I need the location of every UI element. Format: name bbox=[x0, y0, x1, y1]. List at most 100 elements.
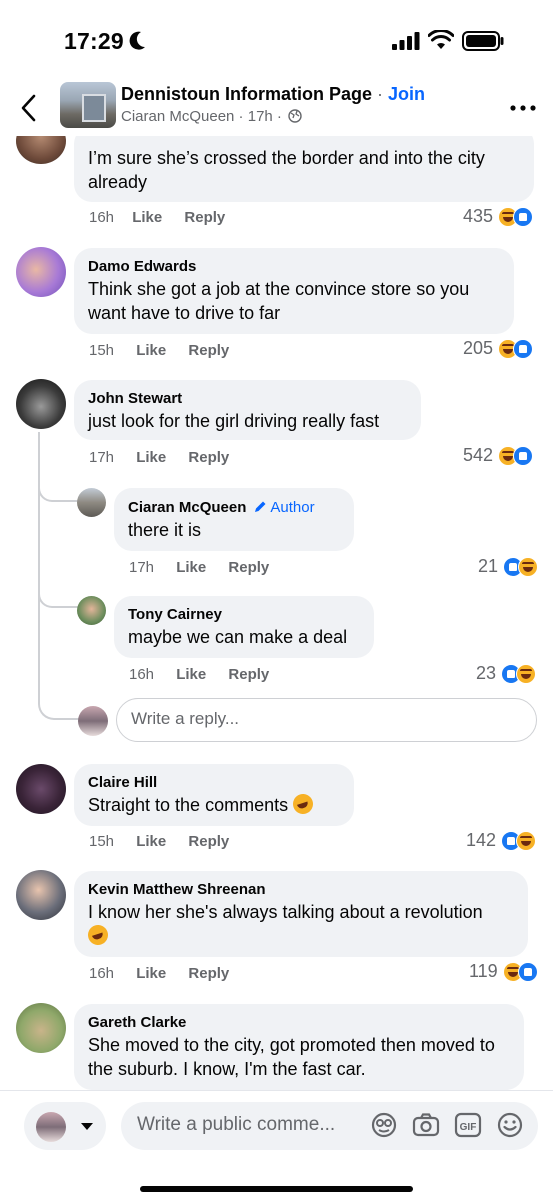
comment-bubble: Kevin Matthew Shreenan I know her she's … bbox=[74, 871, 528, 957]
more-options-icon[interactable] bbox=[510, 104, 536, 112]
gif-label: GIF bbox=[460, 1122, 477, 1133]
wifi-icon bbox=[428, 30, 454, 49]
reply-button[interactable]: Reply bbox=[188, 342, 229, 359]
thread-line bbox=[38, 432, 80, 720]
reply-author[interactable]: Tony Cairney bbox=[128, 605, 360, 625]
avatar[interactable] bbox=[77, 596, 106, 625]
reply-actions: 17h Like Reply bbox=[129, 559, 269, 576]
comment-bubble: Claire Hill Straight to the comments bbox=[74, 764, 354, 826]
reaction-summary[interactable]: 119 bbox=[469, 961, 538, 982]
comment-composer: Write a public comme... GIF bbox=[0, 1090, 553, 1200]
reply-button[interactable]: Reply bbox=[184, 209, 225, 226]
comment-time[interactable]: 17h bbox=[89, 449, 114, 466]
emoji-icon[interactable] bbox=[496, 1111, 524, 1139]
like-button[interactable]: Like bbox=[176, 559, 206, 576]
avatar[interactable] bbox=[16, 764, 66, 814]
like-button[interactable]: Like bbox=[136, 342, 166, 359]
avatar[interactable] bbox=[16, 870, 66, 920]
reaction-summary[interactable]: 205 bbox=[463, 338, 534, 359]
reply-time[interactable]: 17h bbox=[129, 559, 154, 576]
group-name[interactable]: Dennistoun Information Page bbox=[121, 84, 372, 104]
reply-button[interactable]: Reply bbox=[188, 833, 229, 850]
comment-time[interactable]: 16h bbox=[89, 209, 114, 226]
rofl-emoji-icon bbox=[290, 791, 316, 817]
avatar[interactable] bbox=[16, 379, 66, 429]
back-arrow-icon[interactable] bbox=[20, 94, 38, 122]
like-icon bbox=[517, 961, 538, 982]
status-bar: 17:29 bbox=[0, 0, 553, 80]
reply-button[interactable]: Reply bbox=[228, 559, 269, 576]
globe-icon bbox=[288, 109, 302, 123]
comment-actions: 15h Like Reply bbox=[89, 833, 229, 850]
reply-bubble: Ciaran McQueen Author there it is bbox=[114, 488, 354, 551]
like-icon bbox=[513, 206, 534, 227]
like-button[interactable]: Like bbox=[176, 666, 206, 683]
reply-author-line: Ciaran McQueen Author bbox=[128, 498, 340, 518]
reaction-summary[interactable]: 142 bbox=[466, 830, 537, 851]
like-button[interactable]: Like bbox=[132, 209, 162, 226]
comment-text: Think she got a job at the convince stor… bbox=[88, 279, 470, 323]
reaction-count: 142 bbox=[466, 830, 497, 850]
reaction-summary[interactable]: 23 bbox=[476, 663, 537, 684]
avatar-sticker-icon[interactable] bbox=[370, 1111, 398, 1139]
reaction-summary[interactable]: 435 bbox=[463, 206, 534, 227]
signal-icon bbox=[392, 32, 420, 50]
comment-actions: 16h Like Reply bbox=[89, 965, 229, 982]
comment-time[interactable]: 15h bbox=[89, 833, 114, 850]
group-title: Dennistoun Information Page · Join bbox=[121, 84, 426, 104]
reaction-count: 21 bbox=[478, 556, 499, 576]
gif-icon[interactable]: GIF bbox=[454, 1111, 482, 1139]
poster-name[interactable]: Ciaran McQueen bbox=[121, 108, 234, 125]
comment-actions: 15h Like Reply bbox=[89, 342, 229, 359]
reaction-summary[interactable]: 21 bbox=[478, 556, 539, 577]
avatar[interactable] bbox=[16, 1003, 66, 1053]
reply-text: there it is bbox=[128, 520, 202, 540]
comment-input-placeholder: Write a public comme... bbox=[137, 1114, 336, 1135]
reply-button[interactable]: Reply bbox=[188, 449, 229, 466]
reply-button[interactable]: Reply bbox=[228, 666, 269, 683]
reply-input[interactable]: Write a reply... bbox=[116, 698, 537, 742]
comment-author[interactable]: Damo Edwards bbox=[88, 257, 500, 277]
reply-button[interactable]: Reply bbox=[188, 965, 229, 982]
reaction-count: 542 bbox=[463, 445, 494, 465]
comment-author[interactable]: Claire Hill bbox=[88, 773, 340, 793]
haha-icon bbox=[516, 663, 537, 684]
chevron-down-icon bbox=[81, 1123, 93, 1130]
comment-bubble: I’m sure she’s crossed the border and in… bbox=[74, 126, 534, 202]
comment-time[interactable]: 15h bbox=[89, 342, 114, 359]
avatar[interactable] bbox=[77, 488, 106, 517]
reaction-summary[interactable]: 542 bbox=[463, 445, 534, 466]
comment-bubble: Damo Edwards Think she got a job at the … bbox=[74, 248, 514, 334]
thread-branch bbox=[38, 588, 78, 608]
moon-icon bbox=[129, 31, 145, 50]
comment-author[interactable]: Kevin Matthew Shreenan bbox=[88, 880, 514, 900]
reply-author[interactable]: Ciaran McQueen bbox=[128, 499, 246, 516]
comment-author[interactable]: Gareth Clarke bbox=[88, 1013, 510, 1033]
comment-text: I’m sure she’s crossed the border and in… bbox=[88, 148, 485, 192]
comment-time[interactable]: 16h bbox=[89, 965, 114, 982]
comment-actions: 16h Like Reply bbox=[89, 209, 225, 226]
post-header: Dennistoun Information Page · Join Ciara… bbox=[0, 80, 553, 136]
pencil-icon bbox=[255, 501, 266, 512]
comment-author[interactable]: John Stewart bbox=[88, 389, 407, 409]
group-thumbnail[interactable] bbox=[60, 82, 116, 128]
like-button[interactable]: Like bbox=[136, 449, 166, 466]
like-button[interactable]: Like bbox=[136, 965, 166, 982]
comment-text: Straight to the comments bbox=[88, 795, 289, 815]
camera-icon[interactable] bbox=[412, 1112, 440, 1138]
like-button[interactable]: Like bbox=[136, 833, 166, 850]
avatar[interactable] bbox=[16, 247, 66, 297]
reaction-count: 119 bbox=[469, 961, 498, 981]
thread-branch bbox=[38, 482, 78, 502]
reaction-count: 205 bbox=[463, 338, 494, 358]
join-button[interactable]: Join bbox=[388, 84, 425, 104]
post-subtitle: Ciaran McQueen · 17h · bbox=[121, 108, 302, 125]
identity-switcher[interactable] bbox=[24, 1102, 106, 1150]
reply-time[interactable]: 16h bbox=[129, 666, 154, 683]
composer-icons: GIF bbox=[370, 1111, 524, 1139]
comment-input[interactable]: Write a public comme... GIF bbox=[121, 1102, 538, 1150]
post-time[interactable]: 17h bbox=[248, 108, 273, 125]
comment-bubble: John Stewart just look for the girl driv… bbox=[74, 380, 421, 440]
haha-icon bbox=[518, 556, 539, 577]
author-badge: Author bbox=[254, 499, 315, 516]
